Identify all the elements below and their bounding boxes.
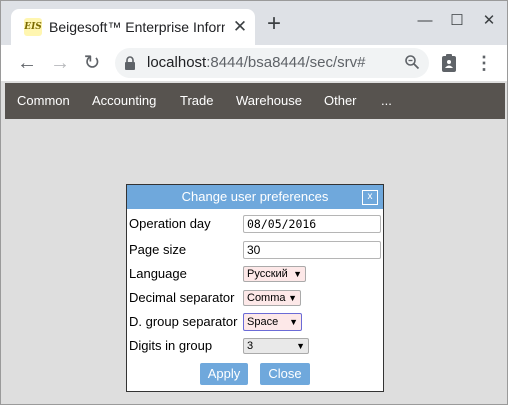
tab-strip: EIS Beigesoft™ Enterprise Information Sy… [1,1,507,45]
reload-icon[interactable]: ↻ [80,51,104,75]
operation-day-input[interactable]: 08/05/2016 [243,215,381,233]
url-text: localhost:8444/bsa8444/sec/srv# [147,54,397,72]
address-bar[interactable]: localhost:8444/bsa8444/sec/srv# [115,48,429,78]
close-button[interactable]: Close [260,363,310,385]
decimal-separator-value: Comma [247,292,286,304]
lock-icon [125,56,135,70]
new-tab-icon[interactable]: + [263,12,285,36]
decimal-separator-select[interactable]: Comma ▼ [243,290,301,306]
user-preferences-dialog: Change user preferences x Operation day … [126,184,384,392]
page-size-input[interactable]: 30 [243,241,381,259]
back-icon[interactable]: ← [15,51,39,75]
eis-favicon-icon: EIS [24,18,42,36]
tab-close-icon[interactable]: ✕ [231,18,249,36]
operation-day-label: Operation day [129,216,211,231]
zoom-icon[interactable] [403,54,421,72]
group-separator-select[interactable]: Space ▼ [243,313,302,331]
dialog-title: Change user preferences [181,189,329,204]
group-separator-value: Space [247,316,279,328]
chevron-down-icon: ▼ [296,341,305,351]
menu-item-common[interactable]: Common [17,83,70,119]
url-path: :8444/bsa8444/sec/srv# [206,54,366,71]
language-select[interactable]: Русский ▼ [243,266,306,282]
clipboard-extension-icon[interactable] [441,54,457,72]
forward-icon[interactable]: → [48,51,72,75]
app-menubar: Common Accounting Trade Warehouse Other … [5,83,505,119]
chevron-down-icon: ▼ [288,293,297,303]
browser-toolbar: ← → ↻ localhost:8444/bsa8444/sec/srv# ⋮ [1,45,507,81]
language-select-value: Русский [247,268,288,280]
digits-in-group-value: 3 [247,340,254,352]
maximize-icon[interactable]: ☐ [447,11,467,31]
page-size-label: Page size [129,242,187,257]
decimal-separator-label: Decimal separator [129,290,235,305]
dialog-close-icon[interactable]: x [362,190,378,205]
language-label: Language [129,266,187,281]
minimize-icon[interactable]: — [415,11,435,31]
menu-item-other[interactable]: Other [324,83,357,119]
menu-item-warehouse[interactable]: Warehouse [236,83,302,119]
menu-item-more[interactable]: ... [381,83,392,119]
dialog-header: Change user preferences x [127,185,383,209]
tab-title: Beigesoft™ Enterprise Information System [49,19,225,35]
window-close-icon[interactable]: ✕ [479,11,499,31]
digits-in-group-select[interactable]: 3 ▼ [243,338,309,354]
menu-item-trade[interactable]: Trade [180,83,213,119]
browser-tab[interactable]: EIS Beigesoft™ Enterprise Information Sy… [11,9,255,45]
chevron-down-icon: ▼ [293,269,302,279]
menu-item-accounting[interactable]: Accounting [92,83,156,119]
chevron-down-icon: ▼ [289,317,298,327]
browser-window: EIS Beigesoft™ Enterprise Information Sy… [0,0,508,405]
apply-button[interactable]: Apply [200,363,248,385]
group-separator-label: D. group separator [129,314,238,329]
url-host: localhost [147,54,207,71]
more-menu-icon[interactable]: ⋮ [475,51,493,75]
digits-in-group-label: Digits in group [129,338,213,353]
